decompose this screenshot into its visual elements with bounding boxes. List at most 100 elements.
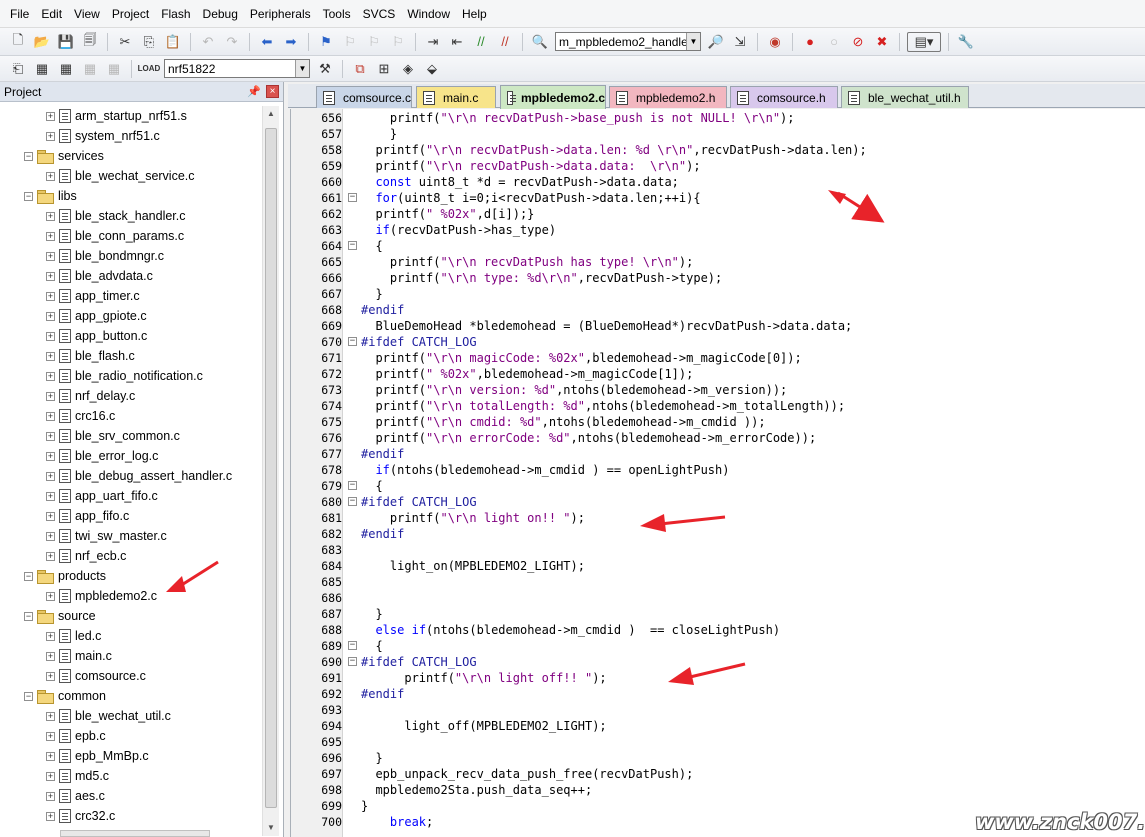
chevron-down-icon[interactable]: ▼ xyxy=(686,33,700,50)
translate-icon[interactable]: ⎗ xyxy=(8,59,28,79)
code-line[interactable]: 681 printf("\r\n light on!! "); xyxy=(291,510,1145,526)
expand-icon[interactable]: + xyxy=(46,771,55,781)
tree-file[interactable]: + ble_flash.c xyxy=(4,346,260,366)
code-line[interactable]: 698 mpbledemo2Sta.push_data_seq++; xyxy=(291,782,1145,798)
tab-comsource-h[interactable]: comsource.h xyxy=(730,86,838,108)
tree-file[interactable]: + nrf_delay.c xyxy=(4,386,260,406)
expand-icon[interactable]: + xyxy=(46,411,55,421)
tree-file[interactable]: + ble_srv_common.c xyxy=(4,426,260,446)
tree-file[interactable]: + ble_conn_params.c xyxy=(4,226,260,246)
bookmark-prev-icon[interactable]: ⚐ xyxy=(340,32,360,52)
code-line[interactable]: 675 printf("\r\n cmdid: %d",ntohs(bledem… xyxy=(291,414,1145,430)
paste-icon[interactable]: 📋 xyxy=(163,32,183,52)
incremental-find-icon[interactable]: ⇲ xyxy=(730,32,750,52)
code-editor[interactable]: 656 printf("\r\n recvDatPush->base_push … xyxy=(290,109,1145,837)
tree-file[interactable]: + main.c xyxy=(4,646,260,666)
menu-svcs[interactable]: SVCS xyxy=(357,5,402,23)
tree-folder[interactable]: − common xyxy=(4,686,260,706)
navigate-forward-icon[interactable]: ➡ xyxy=(281,32,301,52)
code-line[interactable]: 659 printf("\r\n recvDatPush->data.data:… xyxy=(291,158,1145,174)
menu-edit[interactable]: Edit xyxy=(35,5,68,23)
target-options-icon[interactable]: ⚒ xyxy=(315,59,335,79)
collapse-icon[interactable]: − xyxy=(24,151,33,161)
code-line[interactable]: 674 printf("\r\n totalLength: %d",ntohs(… xyxy=(291,398,1145,414)
code-line[interactable]: 691 printf("\r\n light off!! "); xyxy=(291,670,1145,686)
code-line[interactable]: 686 xyxy=(291,590,1145,606)
menu-tools[interactable]: Tools xyxy=(317,5,357,23)
expand-icon[interactable]: + xyxy=(46,371,55,381)
fold-collapse-icon[interactable]: − xyxy=(348,193,357,202)
code-line[interactable]: 688 else if(ntohs(bledemohead->m_cmdid )… xyxy=(291,622,1145,638)
code-line[interactable]: 666 printf("\r\n type: %d\r\n",recvDatPu… xyxy=(291,270,1145,286)
expand-icon[interactable]: + xyxy=(46,711,55,721)
menu-view[interactable]: View xyxy=(68,5,106,23)
uncomment-icon[interactable]: // xyxy=(495,32,515,52)
collapse-icon[interactable]: − xyxy=(24,191,33,201)
copy-icon[interactable]: ⎘ xyxy=(139,32,159,52)
expand-icon[interactable]: + xyxy=(46,351,55,361)
tree-file[interactable]: + app_fifo.c xyxy=(4,506,260,526)
menu-debug[interactable]: Debug xyxy=(197,5,244,23)
scroll-down-icon[interactable]: ▼ xyxy=(263,820,279,836)
expand-icon[interactable]: + xyxy=(46,751,55,761)
tree-file[interactable]: + mpbledemo2.c xyxy=(4,586,260,606)
bookmark-clear-icon[interactable]: ⚐ xyxy=(388,32,408,52)
tree-file[interactable]: + ble_debug_assert_handler.c xyxy=(4,466,260,486)
fold-collapse-icon[interactable]: − xyxy=(348,337,357,346)
code-line[interactable]: 671 printf("\r\n magicCode: %02x",bledem… xyxy=(291,350,1145,366)
tree-file[interactable]: + led.c xyxy=(4,626,260,646)
pin-icon[interactable]: 📌 xyxy=(247,85,261,98)
chevron-down-icon[interactable]: ▼ xyxy=(295,60,309,77)
menu-project[interactable]: Project xyxy=(106,5,155,23)
expand-icon[interactable]: + xyxy=(46,311,55,321)
tab-comsource-c[interactable]: comsource.c xyxy=(316,86,412,108)
menu-file[interactable]: File xyxy=(4,5,35,23)
expand-icon[interactable]: + xyxy=(46,171,55,181)
tree-file[interactable]: + ble_wechat_util.c xyxy=(4,706,260,726)
scroll-up-icon[interactable]: ▲ xyxy=(263,106,279,122)
menu-peripherals[interactable]: Peripherals xyxy=(244,5,317,23)
rebuild-icon[interactable]: ▦ xyxy=(56,59,76,79)
code-line[interactable]: 660 const uint8_t *d = recvDatPush->data… xyxy=(291,174,1145,190)
bookmark-next-icon[interactable]: ⚐ xyxy=(364,32,384,52)
scrollbar-thumb[interactable] xyxy=(265,128,277,808)
tree-file[interactable]: + system_nrf51.c xyxy=(4,126,260,146)
code-line[interactable]: 679− { xyxy=(291,478,1145,494)
fold-collapse-icon[interactable]: − xyxy=(348,481,357,490)
tree-file[interactable]: + comsource.c xyxy=(4,666,260,686)
tree-file[interactable]: + arm_startup_nrf51.s xyxy=(4,106,260,126)
code-line[interactable]: 684 light_on(MPBLEDEMO2_LIGHT); xyxy=(291,558,1145,574)
tree-file[interactable]: + app_timer.c xyxy=(4,286,260,306)
expand-icon[interactable]: + xyxy=(46,391,55,401)
breakpoint-icon[interactable]: ● xyxy=(800,32,820,52)
tree-file[interactable]: + ble_wechat_service.c xyxy=(4,166,260,186)
expand-icon[interactable]: + xyxy=(46,591,55,601)
indent-icon[interactable]: ⇥ xyxy=(423,32,443,52)
code-line[interactable]: 656 printf("\r\n recvDatPush->base_push … xyxy=(291,110,1145,126)
expand-icon[interactable]: + xyxy=(46,731,55,741)
fold-collapse-icon[interactable]: − xyxy=(348,241,357,250)
expand-icon[interactable]: + xyxy=(46,551,55,561)
code-line[interactable]: 693 xyxy=(291,702,1145,718)
find-icon[interactable]: 🔎 xyxy=(706,32,726,52)
collapse-icon[interactable]: − xyxy=(24,691,33,701)
expand-icon[interactable]: + xyxy=(46,811,55,821)
collapse-icon[interactable]: − xyxy=(24,571,33,581)
fold-collapse-icon[interactable]: − xyxy=(348,641,357,650)
target-select[interactable]: m_mpbledemo2_handler ▼ xyxy=(555,32,701,51)
redo-icon[interactable]: ↷ xyxy=(222,32,242,52)
run-time-environment-icon[interactable]: ◈ xyxy=(398,59,418,79)
new-file-icon[interactable]: 🗋 xyxy=(8,32,28,52)
code-line[interactable]: 687 } xyxy=(291,606,1145,622)
expand-icon[interactable]: + xyxy=(46,791,55,801)
save-icon[interactable]: 💾 xyxy=(56,32,76,52)
tree-file[interactable]: + app_gpiote.c xyxy=(4,306,260,326)
tree-file[interactable]: + crc16.c xyxy=(4,406,260,426)
expand-icon[interactable]: + xyxy=(46,271,55,281)
tree-folder[interactable]: − libs xyxy=(4,186,260,206)
tree-file[interactable]: + epb_MmBp.c xyxy=(4,746,260,766)
expand-icon[interactable]: + xyxy=(46,131,55,141)
code-line[interactable]: 697 epb_unpack_recv_data_push_free(recvD… xyxy=(291,766,1145,782)
tree-file[interactable]: + ble_stack_handler.c xyxy=(4,206,260,226)
manage-components-icon[interactable]: ⧉ xyxy=(350,59,370,79)
